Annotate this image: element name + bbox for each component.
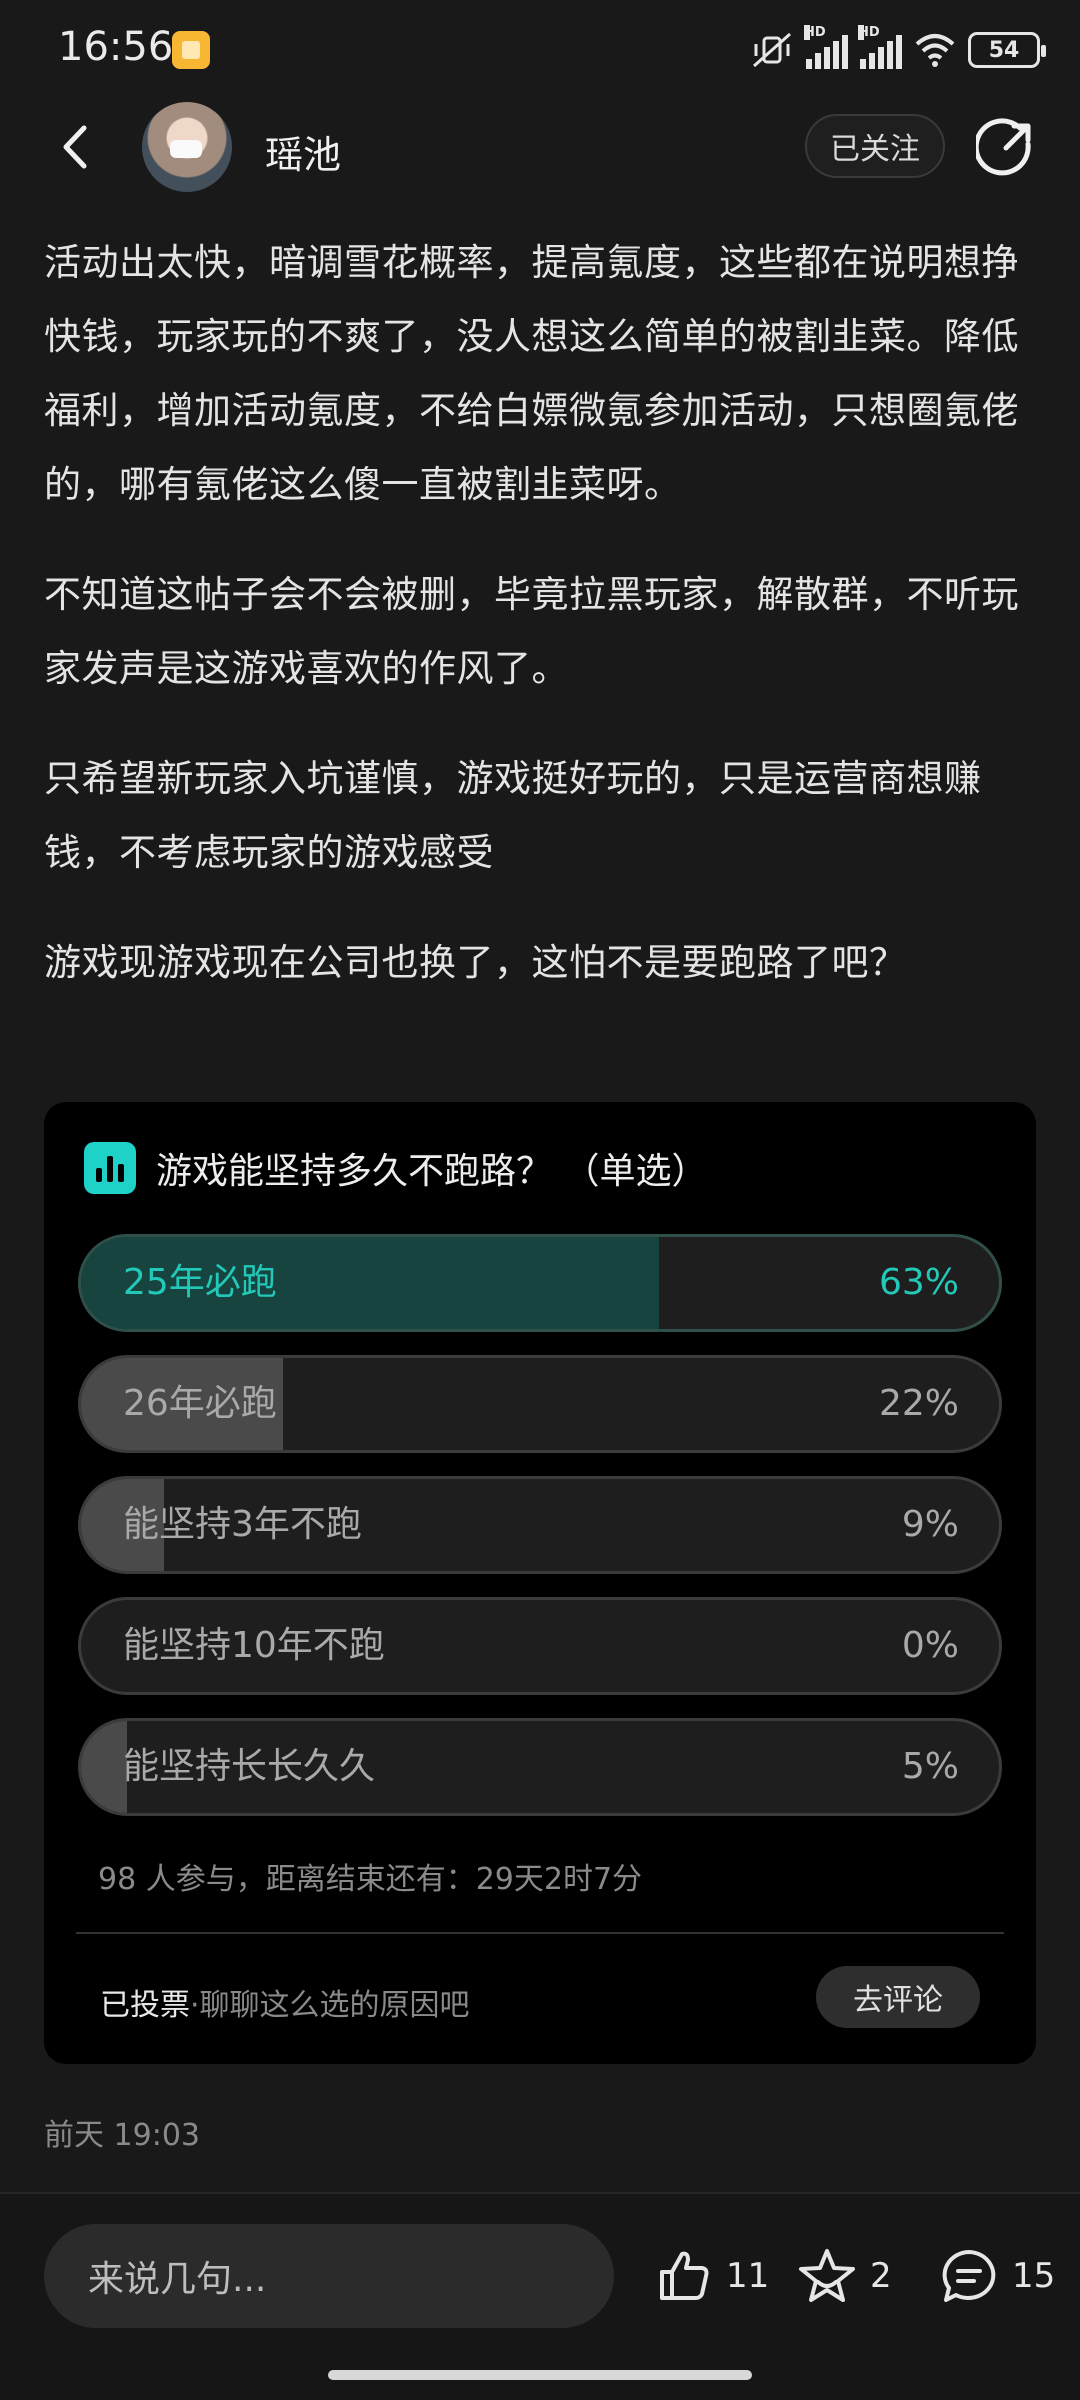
star-icon xyxy=(799,2249,855,2302)
poll-title: 游戏能坚持多久不跑路？ （单选） xyxy=(156,1151,708,1192)
avatar[interactable] xyxy=(142,102,232,192)
poll-option-2[interactable]: 26年必跑 22% xyxy=(78,1355,1002,1453)
poll-voted-status: 已投票·聊聊这么选的原因吧 xyxy=(100,1980,470,2024)
poll-option-label: 25年必跑 xyxy=(123,1262,277,1303)
status-icons: HD HD 54 xyxy=(750,25,1046,72)
status-bar: 16:56 HD HD 54 xyxy=(0,0,1080,100)
favorite-count: 2 xyxy=(870,2256,892,2296)
poll-participation: 98 人参与，距离结束还有：29天2时7分 xyxy=(98,1862,643,1897)
poll-option-percent: 5% xyxy=(901,1746,959,1787)
poll-option-3[interactable]: 能坚持3年不跑 9% xyxy=(78,1476,1002,1574)
comment-count: 15 xyxy=(1012,2256,1056,2296)
battery-icon: 54 xyxy=(968,32,1046,68)
poll-divider xyxy=(76,1932,1004,1934)
poll-option-percent: 22% xyxy=(878,1383,959,1424)
favorite-button[interactable]: 2 xyxy=(796,2238,892,2314)
poll-option-percent: 9% xyxy=(901,1504,959,1545)
poll-option-percent: 0% xyxy=(901,1625,959,1666)
bottom-action-bar: 来说几句... 11 2 15 xyxy=(0,2192,1080,2400)
mute-vibrate-icon xyxy=(753,32,791,68)
voted-label: 已投票 xyxy=(100,1988,190,2023)
post-content: 活动出太快，暗调雪花概率，提高氪度，这些都在说明想挣快钱，玩家玩的不爽了，没人想… xyxy=(44,226,1044,1036)
poll-header: 游戏能坚持多久不跑路？ （单选） xyxy=(84,1142,707,1194)
comment-input[interactable]: 来说几句... xyxy=(44,2224,614,2328)
signal-icon: HD xyxy=(804,25,848,69)
post-header: 瑶池 已关注 xyxy=(0,100,1080,196)
back-icon[interactable] xyxy=(52,122,102,172)
poll-option-label: 能坚持长长久久 xyxy=(123,1746,376,1787)
post-paragraph: 只希望新玩家入坑谨慎，游戏挺好玩的，只是运营商想赚钱，不考虑玩家的游戏感受 xyxy=(44,757,982,874)
poll-option-bar xyxy=(81,1721,127,1813)
home-indicator[interactable] xyxy=(328,2370,752,2380)
post-paragraph: 活动出太快，暗调雪花概率，提高氪度，这些都在说明想挣快钱，玩家玩的不爽了，没人想… xyxy=(44,241,1019,506)
go-comment-button[interactable]: 去评论 xyxy=(816,1966,980,2028)
poll-option-label: 能坚持3年不跑 xyxy=(123,1504,362,1545)
post-timestamp: 前天 19:03 xyxy=(44,2118,200,2153)
poll-chart-icon xyxy=(84,1142,136,1194)
poll-option-label: 26年必跑 xyxy=(123,1383,277,1424)
signal-icon: HD xyxy=(858,25,902,69)
status-time: 16:56 xyxy=(58,24,174,70)
post-paragraph: 不知道这帖子会不会被删，毕竟拉黑玩家，解散群，不听玩家发声是这游戏喜欢的作风了。 xyxy=(44,573,1019,690)
like-button[interactable]: 11 xyxy=(654,2238,769,2314)
post-detail-page: 16:56 HD HD 54 瑶池 已关注 活动出太快，暗调雪花概率，提高氪度，… xyxy=(0,0,1080,2400)
poll-card: 游戏能坚持多久不跑路？ （单选） 25年必跑 63% 26年必跑 22% 能坚持… xyxy=(44,1102,1036,2064)
comment-bubble-icon xyxy=(942,2250,996,2302)
like-count: 11 xyxy=(726,2256,770,2296)
post-paragraph: 游戏现游戏现在公司也换了，这怕不是要跑路了吧？ xyxy=(44,941,907,984)
comment-input-placeholder: 来说几句... xyxy=(88,2259,267,2300)
follow-button[interactable]: 已关注 xyxy=(805,114,945,178)
author-name[interactable]: 瑶池 xyxy=(265,124,341,179)
poll-option-1[interactable]: 25年必跑 63% xyxy=(78,1234,1002,1332)
poll-option-percent: 63% xyxy=(878,1262,959,1303)
app-notification-icon xyxy=(172,31,210,69)
thumbs-up-icon xyxy=(660,2251,709,2300)
wifi-icon xyxy=(915,34,955,67)
share-icon[interactable] xyxy=(976,118,1036,178)
comments-button[interactable]: 15 xyxy=(938,2238,1055,2314)
poll-option-5[interactable]: 能坚持长长久久 5% xyxy=(78,1718,1002,1816)
poll-option-4[interactable]: 能坚持10年不跑 0% xyxy=(78,1597,1002,1695)
poll-option-label: 能坚持10年不跑 xyxy=(123,1625,385,1666)
voted-hint: ·聊聊这么选的原因吧 xyxy=(190,1988,470,2023)
